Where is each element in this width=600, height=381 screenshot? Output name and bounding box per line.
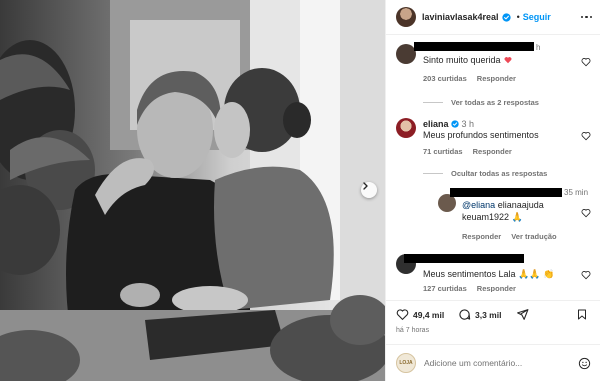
comment-item: h Sinto muito querida 203 curtidas Respo…: [396, 42, 591, 90]
commenter-username[interactable]: eliana: [423, 119, 449, 129]
save-action[interactable]: [576, 308, 588, 321]
separator-dot: •: [516, 12, 520, 22]
emoji-icon[interactable]: [578, 357, 591, 370]
comment-meta: 127 curtidas Responder: [423, 284, 516, 292]
comment-body: Sinto muito querida: [423, 55, 501, 65]
comment-likes[interactable]: 127 curtidas: [423, 284, 467, 292]
comment-text: Sinto muito querida: [423, 54, 571, 66]
comment-icon[interactable]: [458, 308, 471, 321]
comment-body: Meus profundos sentimentos: [423, 130, 539, 140]
reply-body-line1: elianaajuda: [497, 200, 544, 210]
chevron-right-icon: [363, 182, 368, 190]
heart-icon[interactable]: [396, 308, 409, 321]
clap-emoji: 👏: [543, 269, 555, 279]
comment-input[interactable]: [424, 358, 578, 368]
comment-body: Meus sentimentos Lala: [423, 269, 516, 279]
commenter-avatar[interactable]: [396, 118, 416, 138]
current-user-avatar: LOJA: [396, 353, 416, 373]
reply-meta: Responder Ver tradução: [462, 232, 557, 241]
reply-button[interactable]: Responder: [477, 74, 516, 83]
post-photo[interactable]: [0, 0, 385, 381]
post-viewer: laviniavlasak4real • Seguir h Sinto muit…: [0, 0, 600, 381]
pray-emoji: 🙏🙏: [518, 269, 541, 279]
redacted-username: [404, 254, 524, 263]
pray-emoji: 🙏: [511, 212, 523, 222]
reply-text: @eliana elianaajuda keuam1922 🙏: [462, 199, 577, 223]
author-avatar[interactable]: [396, 7, 416, 27]
post-timestamp[interactable]: há 7 horas: [396, 327, 429, 334]
author-username[interactable]: laviniavlasak4real: [422, 12, 499, 22]
reply-body-line2: keuam1922: [462, 212, 510, 222]
comment-time: h: [536, 43, 541, 52]
likes-count[interactable]: 49,4 mil: [413, 310, 444, 320]
comment-text: Meus sentimentos Lala 🙏🙏 👏: [423, 268, 571, 280]
view-replies-toggle[interactable]: Ver todas as 2 respostas: [423, 98, 539, 107]
translate-link[interactable]: Ver tradução: [511, 232, 556, 241]
bookmark-icon[interactable]: [576, 308, 588, 321]
like-reply-heart-icon[interactable]: [581, 208, 591, 218]
reply-item: 35 min @eliana elianaajuda keuam1922 🙏 R…: [438, 188, 591, 244]
post-actions: 49,4 mil 3,3 mil: [386, 300, 600, 324]
comment-likes[interactable]: 71 curtidas: [423, 147, 463, 156]
reply-time: 35 min: [564, 188, 589, 197]
comment-item: Meus sentimentos Lala 🙏🙏 👏 127 curtidas …: [396, 254, 591, 292]
comment-action[interactable]: 3,3 mil: [458, 308, 501, 321]
post-sidebar: laviniavlasak4real • Seguir h Sinto muit…: [385, 0, 600, 381]
redacted-username: [414, 42, 534, 51]
comment-likes[interactable]: 203 curtidas: [423, 74, 467, 83]
red-heart-emoji: [504, 57, 512, 64]
like-comment-heart-icon[interactable]: [581, 270, 591, 280]
redacted-username: [450, 188, 562, 197]
more-options-icon[interactable]: [580, 15, 592, 19]
comment-meta: 71 curtidas Responder: [423, 147, 512, 156]
mention-link[interactable]: @eliana: [462, 200, 495, 210]
hide-replies-toggle[interactable]: Ocultar todas as respostas: [423, 169, 547, 178]
like-action[interactable]: 49,4 mil: [396, 308, 444, 321]
like-comment-heart-icon[interactable]: [581, 57, 591, 67]
share-action[interactable]: [516, 308, 529, 321]
comment-time: 3 h: [461, 119, 475, 129]
photo-illustration: [0, 0, 385, 381]
post-header: laviniavlasak4real • Seguir: [386, 0, 600, 35]
comment-item: eliana 3 h Meus profundos sentimentos 71…: [396, 118, 591, 164]
follow-button[interactable]: Seguir: [523, 12, 551, 22]
comments-list[interactable]: h Sinto muito querida 203 curtidas Respo…: [386, 36, 600, 292]
share-icon[interactable]: [516, 308, 529, 321]
verified-badge-icon: [451, 120, 459, 128]
verified-badge-icon: [501, 12, 511, 22]
comment-meta: 203 curtidas Responder: [423, 74, 516, 83]
add-comment-bar: LOJA: [386, 344, 600, 381]
reply-button[interactable]: Responder: [477, 284, 516, 292]
reply-button[interactable]: Responder: [473, 147, 512, 156]
like-comment-heart-icon[interactable]: [581, 131, 591, 141]
reply-button[interactable]: Responder: [462, 232, 501, 241]
next-photo-button[interactable]: [361, 182, 377, 198]
comments-count[interactable]: 3,3 mil: [475, 310, 501, 320]
commenter-avatar[interactable]: [396, 44, 416, 64]
